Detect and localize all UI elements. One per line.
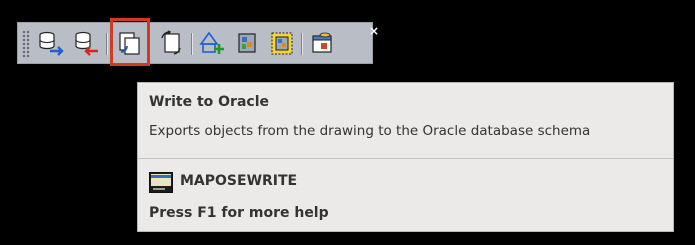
- export-to-oracle-icon: [75, 31, 98, 56]
- map-tile-button[interactable]: [234, 30, 260, 57]
- properties-button[interactable]: [310, 30, 336, 57]
- add-shape-icon: [199, 31, 224, 54]
- tooltip-description: Exports objects from the drawing to the …: [149, 123, 591, 139]
- toolbar: ×: [17, 18, 379, 66]
- toolbar-grip-handle[interactable]: [22, 30, 30, 58]
- add-shape-button[interactable]: [199, 30, 225, 57]
- tooltip-title: Write to Oracle: [149, 94, 269, 110]
- import-from-oracle-button[interactable]: [38, 30, 64, 57]
- tooltip-help-text: Press F1 for more help: [149, 205, 329, 221]
- map-tile-selected-icon: [271, 32, 293, 55]
- map-tile-selected-button[interactable]: [269, 30, 295, 57]
- tooltip: Write to Oracle Exports objects from the…: [137, 82, 674, 232]
- map-tile-icon: [238, 33, 256, 53]
- tooltip-divider: [138, 158, 673, 159]
- tooltip-command-name: MAPOSEWRITE: [180, 173, 298, 189]
- export-to-oracle-button[interactable]: [74, 30, 100, 57]
- command-window-icon: [149, 172, 173, 193]
- copy-objects-button[interactable]: [159, 30, 185, 57]
- close-icon[interactable]: ×: [369, 25, 379, 37]
- import-from-oracle-icon: [39, 31, 64, 56]
- toolbar-separator: [106, 33, 107, 55]
- toolbar-separator: [301, 33, 302, 55]
- highlight-box: [110, 18, 150, 66]
- properties-icon: [312, 32, 332, 53]
- toolbar-separator: [191, 33, 192, 55]
- copy-objects-icon: [161, 30, 181, 55]
